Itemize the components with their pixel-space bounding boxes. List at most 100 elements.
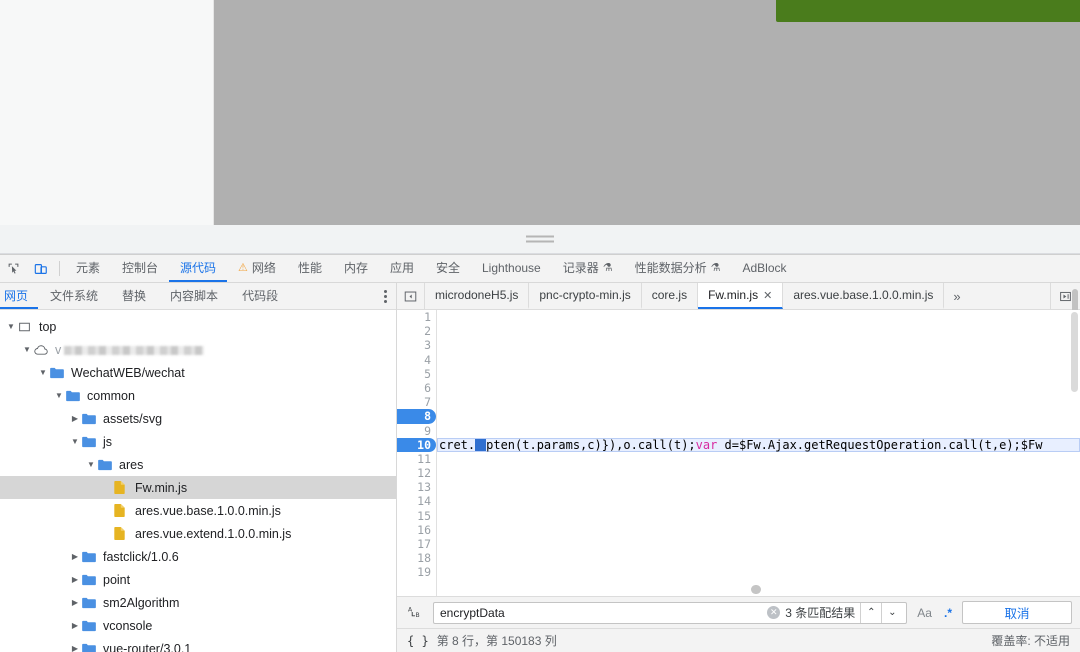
line-number[interactable]: 1	[397, 310, 436, 324]
next-match-button[interactable]: ⌄	[881, 602, 902, 623]
navtab-filesystem[interactable]: 文件系统	[38, 283, 110, 309]
navigator-more-button[interactable]	[384, 283, 387, 309]
line-number[interactable]: 17	[397, 537, 436, 551]
line-number[interactable]: 16	[397, 523, 436, 537]
chevron-right-icon[interactable]: ▶	[68, 575, 82, 584]
file-tab-ares-vue-base[interactable]: ares.vue.base.1.0.0.min.js	[783, 283, 945, 309]
chevron-right-icon[interactable]: ▶	[68, 552, 82, 561]
tab-performance-insights[interactable]: 性能数据分析 ⚗	[624, 255, 732, 282]
clear-search-icon[interactable]: ✕	[767, 606, 781, 619]
search-input[interactable]	[440, 605, 768, 620]
chevron-down-icon[interactable]: ▼	[36, 368, 50, 377]
tree-item[interactable]: ▼ top	[0, 315, 396, 338]
find-input-wrapper[interactable]: ✕ 3 条匹配结果 ⌃ ⌄	[433, 601, 908, 624]
code-line[interactable]	[437, 338, 1080, 352]
devtools-splitter[interactable]	[0, 225, 1080, 254]
tab-sources[interactable]: 源代码	[169, 255, 228, 282]
device-toolbar-icon[interactable]	[27, 255, 54, 282]
navtab-snippets[interactable]: 代码段	[230, 283, 290, 309]
line-number[interactable]: 12	[397, 466, 436, 480]
code-line[interactable]	[437, 367, 1080, 381]
line-number[interactable]: 11	[397, 452, 436, 466]
code-line[interactable]	[437, 324, 1080, 338]
code-line[interactable]	[437, 537, 1080, 551]
code-line[interactable]	[437, 452, 1080, 466]
file-tab-fw-min[interactable]: Fw.min.js ✕	[698, 283, 784, 309]
tree-item[interactable]: ▶ assets/svg	[0, 407, 396, 430]
line-number[interactable]: 2	[397, 324, 436, 338]
line-number[interactable]: 8	[397, 409, 436, 424]
chevron-right-icon[interactable]: ▶	[68, 644, 82, 652]
tree-item[interactable]: ares.vue.extend.1.0.0.min.js	[0, 522, 396, 545]
show-navigator-icon[interactable]	[397, 283, 425, 309]
chevron-down-icon[interactable]: ▼	[84, 460, 98, 469]
line-number[interactable]: 9	[397, 424, 436, 438]
code-line[interactable]	[437, 509, 1080, 523]
chevron-right-icon[interactable]: ▶	[68, 598, 82, 607]
replace-icon[interactable]: A B	[405, 605, 425, 620]
code-line[interactable]	[437, 395, 1080, 409]
file-tab-microdoneh5[interactable]: microdoneH5.js	[425, 283, 530, 309]
tree-item[interactable]: ▼ WechatWEB/wechat	[0, 361, 396, 384]
tab-application[interactable]: 应用	[379, 255, 425, 282]
line-number[interactable]: 6	[397, 381, 436, 395]
line-number[interactable]: 13	[397, 480, 436, 494]
code-line[interactable]	[437, 565, 1080, 579]
code-line[interactable]	[437, 409, 1080, 423]
tree-item[interactable]: ▼ common	[0, 384, 396, 407]
file-tabs-overflow-icon[interactable]: »	[944, 283, 969, 309]
code-content[interactable]: cret. pten(t.params,c)}),o.call(t);var d=…	[437, 310, 1080, 596]
code-line[interactable]	[437, 494, 1080, 508]
chevron-right-icon[interactable]: ▶	[68, 621, 82, 630]
cancel-button[interactable]: 取消	[962, 601, 1072, 624]
prev-match-button[interactable]: ⌃	[860, 602, 881, 623]
code-line[interactable]	[437, 310, 1080, 324]
tab-elements[interactable]: 元素	[65, 255, 111, 282]
line-number[interactable]: 4	[397, 353, 436, 367]
file-tab-pnc-crypto[interactable]: pnc-crypto-min.js	[529, 283, 642, 309]
chevron-down-icon[interactable]: ▼	[52, 391, 66, 400]
code-line[interactable]	[437, 466, 1080, 480]
tab-recorder[interactable]: 记录器 ⚗	[552, 255, 624, 282]
tab-adblock[interactable]: AdBlock	[732, 255, 798, 282]
tree-item[interactable]: Fw.min.js	[0, 476, 396, 499]
chevron-right-icon[interactable]: ▶	[68, 414, 82, 423]
regex-toggle[interactable]: .*	[942, 606, 954, 620]
match-case-toggle[interactable]: Aa	[915, 606, 934, 620]
tree-item[interactable]: ▼ ares	[0, 453, 396, 476]
tree-item[interactable]: ares.vue.base.1.0.0.min.js	[0, 499, 396, 522]
line-number[interactable]: 15	[397, 509, 436, 523]
line-number[interactable]: 19	[397, 565, 436, 579]
tree-item[interactable]: ▼ js	[0, 430, 396, 453]
tree-item[interactable]: ▶ vconsole	[0, 614, 396, 637]
tab-console[interactable]: 控制台	[111, 255, 169, 282]
code-line[interactable]	[437, 353, 1080, 367]
chevron-down-icon[interactable]: ▼	[68, 437, 82, 446]
tab-security[interactable]: 安全	[425, 255, 471, 282]
chevron-down-icon[interactable]: ▼	[20, 345, 34, 354]
code-line[interactable]	[437, 381, 1080, 395]
tree-item[interactable]: ▼ v	[0, 338, 396, 361]
code-line[interactable]: cret. pten(t.params,c)}),o.call(t);var d=…	[437, 437, 1080, 452]
code-editor[interactable]: 1 2 3 4 5 6 7 8 9 10 11 12 13 14 15 16 17 18 19 cret. pten(…	[397, 310, 1080, 596]
line-number[interactable]: 5	[397, 367, 436, 381]
file-tree[interactable]: ▼ top ▼ v ▼ WechatWEB/wechat ▼ common ▶ assets/sv…	[0, 310, 396, 652]
code-line[interactable]	[437, 424, 1080, 438]
chevron-down-icon[interactable]: ▼	[4, 322, 18, 331]
line-number[interactable]: 7	[397, 395, 436, 409]
line-number[interactable]: 18	[397, 551, 436, 565]
close-icon[interactable]: ✕	[763, 289, 772, 302]
line-number[interactable]: 3	[397, 338, 436, 352]
tab-network[interactable]: ⚠ 网络	[227, 255, 287, 282]
splitter-grip[interactable]	[526, 233, 554, 246]
inspect-icon[interactable]	[0, 255, 27, 282]
tree-item[interactable]: ▶ vue-router/3.0.1	[0, 637, 396, 652]
tab-performance[interactable]: 性能	[287, 255, 333, 282]
line-number[interactable]: 14	[397, 494, 436, 508]
code-line[interactable]	[437, 523, 1080, 537]
code-line[interactable]	[437, 551, 1080, 565]
green-banner[interactable]: ↑ ↻	[776, 0, 1080, 22]
navtab-page[interactable]: 网页	[0, 283, 39, 309]
tree-item[interactable]: ▶ point	[0, 568, 396, 591]
pretty-print-icon[interactable]: { }	[407, 634, 429, 648]
